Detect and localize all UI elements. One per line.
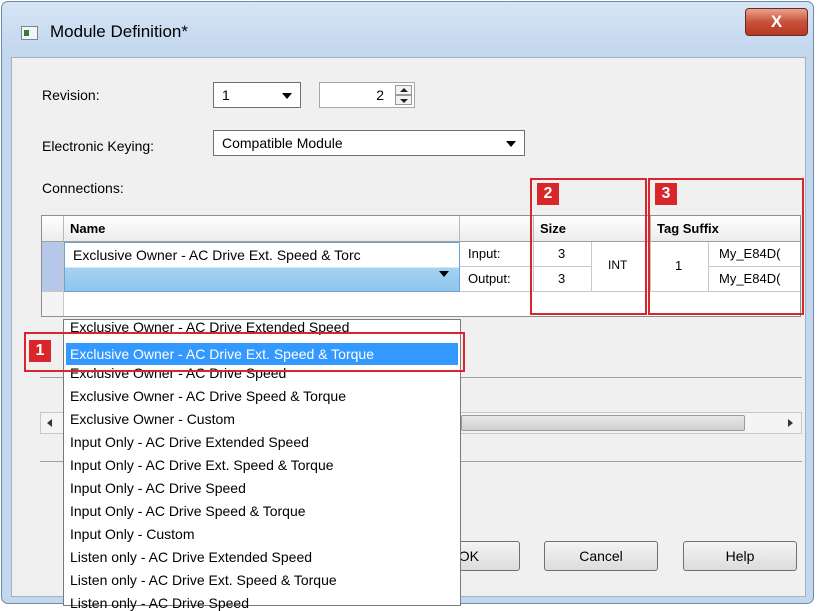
column-header-name[interactable]: Name <box>64 216 460 242</box>
column-header-blank <box>460 216 534 242</box>
input-label: Input: <box>460 242 534 267</box>
spin-up-button[interactable] <box>395 85 412 95</box>
output-label: Output: <box>460 267 534 292</box>
scroll-right-icon[interactable] <box>788 419 793 427</box>
dropdown-option[interactable]: Exclusive Owner - Custom <box>70 411 235 427</box>
scroll-left-icon[interactable] <box>47 419 52 427</box>
dropdown-option[interactable]: Exclusive Owner - AC Drive Speed & Torqu… <box>70 388 346 404</box>
title-bar[interactable]: Module Definition* X <box>2 2 813 57</box>
cancel-button[interactable]: Cancel <box>544 541 658 571</box>
electronic-keying-value: Compatible Module <box>222 135 343 151</box>
dropdown-option[interactable]: Listen only - AC Drive Speed <box>70 595 249 611</box>
revision-minor-spinner[interactable]: 2 <box>319 82 415 108</box>
dropdown-option[interactable]: Input Only - AC Drive Speed <box>70 480 246 496</box>
revision-major-select[interactable]: 1 <box>213 82 301 108</box>
connections-label: Connections: <box>42 180 124 196</box>
revision-major-value: 1 <box>222 87 230 103</box>
electronic-keying-label: Electronic Keying: <box>42 138 155 154</box>
dropdown-option[interactable]: Input Only - AC Drive Ext. Speed & Torqu… <box>70 457 334 473</box>
connection-name-select[interactable]: Exclusive Owner - AC Drive Ext. Speed & … <box>64 242 460 292</box>
dropdown-option[interactable]: Input Only - AC Drive Extended Speed <box>70 434 309 450</box>
callout-badge-1: 1 <box>29 340 51 362</box>
revision-label: Revision: <box>42 87 100 103</box>
arrow-down-icon <box>400 99 408 103</box>
close-button[interactable]: X <box>745 8 808 36</box>
window-title: Module Definition* <box>50 22 188 41</box>
callout-badge-3: 3 <box>655 183 677 205</box>
dropdown-option[interactable]: Input Only - AC Drive Speed & Torque <box>70 503 306 519</box>
arrow-up-icon <box>400 88 408 92</box>
spin-down-button[interactable] <box>395 95 412 105</box>
row-header-corner <box>42 216 64 242</box>
dropdown-option[interactable]: Input Only - Custom <box>70 526 195 542</box>
chevron-down-icon <box>506 141 516 147</box>
row-selector-empty[interactable] <box>42 292 64 316</box>
dropdown-option[interactable]: Listen only - AC Drive Extended Speed <box>70 549 312 565</box>
dropdown-option[interactable]: Listen only - AC Drive Ext. Speed & Torq… <box>70 572 337 588</box>
help-button[interactable]: Help <box>683 541 797 571</box>
connection-name-value: Exclusive Owner - AC Drive Ext. Speed & … <box>73 247 361 263</box>
row-selector[interactable] <box>42 242 64 292</box>
chevron-down-icon <box>282 93 292 99</box>
electronic-keying-select[interactable]: Compatible Module <box>213 130 525 156</box>
revision-minor-value: 2 <box>376 87 384 103</box>
app-icon <box>21 26 38 40</box>
scrollbar-thumb[interactable] <box>461 415 745 431</box>
chevron-down-icon <box>439 271 449 277</box>
callout-box-1 <box>24 332 465 372</box>
callout-badge-2: 2 <box>537 183 559 205</box>
